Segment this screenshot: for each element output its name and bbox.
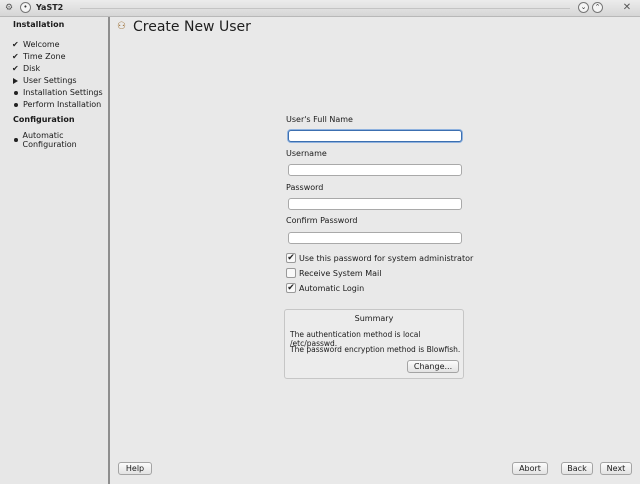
step-disk: ✔ Disk [12,63,40,74]
window-titlebar: ⚙ • YaST2 ⌄ ⌃ ✕ [0,0,640,17]
use-password-for-admin-checkbox-row[interactable]: ✔ Use this password for system administr… [286,252,473,264]
help-button[interactable]: Help [118,462,152,475]
confirm-password-input[interactable] [288,232,462,244]
next-button[interactable]: Next [600,462,632,475]
summary-title: Summary [354,314,394,323]
pending-dot-icon [14,137,18,142]
step-label: User Settings [23,76,77,85]
main-panel: ⚇ Create New User User's Full Name Usern… [110,17,640,484]
window-title: YaST2 [36,3,64,12]
users-icon: ⚇ [117,21,126,32]
confirm-password-label: Confirm Password [286,216,358,225]
step-perform-installation: Perform Installation [12,99,101,110]
step-label: Installation Settings [23,88,103,97]
checkbox-label: Use this password for system administrat… [299,253,474,263]
check-icon: ✔ [12,52,19,61]
receive-system-mail-checkbox-row[interactable]: Receive System Mail [286,267,382,279]
abort-button[interactable]: Abort [512,462,548,475]
step-welcome: ✔ Welcome [12,39,60,50]
step-time-zone: ✔ Time Zone [12,51,66,62]
minimize-icon[interactable]: ⌄ [578,2,589,13]
password-input[interactable] [288,198,462,210]
automatic-login-checkbox-row[interactable]: ✔ Automatic Login [286,282,364,294]
change-button[interactable]: Change... [407,360,459,373]
step-installation-settings: Installation Settings [12,87,103,98]
window-menu-icon[interactable]: ⚙ [4,3,14,13]
steps-sidebar: Installation ✔ Welcome ✔ Time Zone ✔ Dis… [0,17,110,484]
full-name-input[interactable] [288,130,462,142]
password-label: Password [286,183,324,192]
use-password-for-admin-checkbox[interactable]: ✔ [286,253,296,263]
page-title: Create New User [133,19,251,35]
configuration-header: Configuration [13,115,75,124]
summary-encryption-method: The password encryption method is Blowfi… [290,345,461,354]
step-label: Disk [23,64,41,73]
step-label: Welcome [23,40,60,49]
step-automatic-configuration: Automatic Configuration [12,131,108,149]
step-label: Time Zone [23,52,66,61]
username-label: Username [286,149,327,158]
back-button[interactable]: Back [561,462,593,475]
checkbox-label: Receive System Mail [299,268,382,278]
checkbox-label: Automatic Login [299,283,365,293]
titlebar-divider [80,8,570,9]
summary-box: Summary The authentication method is loc… [284,309,464,379]
step-label: Perform Installation [23,100,102,109]
step-label: Automatic Configuration [22,130,77,149]
maximize-icon[interactable]: ⌃ [592,2,603,13]
receive-system-mail-checkbox[interactable] [286,268,296,278]
automatic-login-checkbox[interactable]: ✔ [286,283,296,293]
pending-dot-icon [14,102,18,107]
username-input[interactable] [288,164,462,176]
check-icon: ✔ [12,64,19,73]
pending-dot-icon [14,90,18,95]
installation-header: Installation [13,20,65,29]
current-step-arrow-icon [13,77,18,84]
check-icon: ✔ [12,40,19,49]
full-name-label: User's Full Name [286,115,353,124]
step-user-settings: User Settings [12,75,77,86]
pin-icon[interactable]: • [20,2,31,13]
close-icon[interactable]: ✕ [622,3,632,13]
